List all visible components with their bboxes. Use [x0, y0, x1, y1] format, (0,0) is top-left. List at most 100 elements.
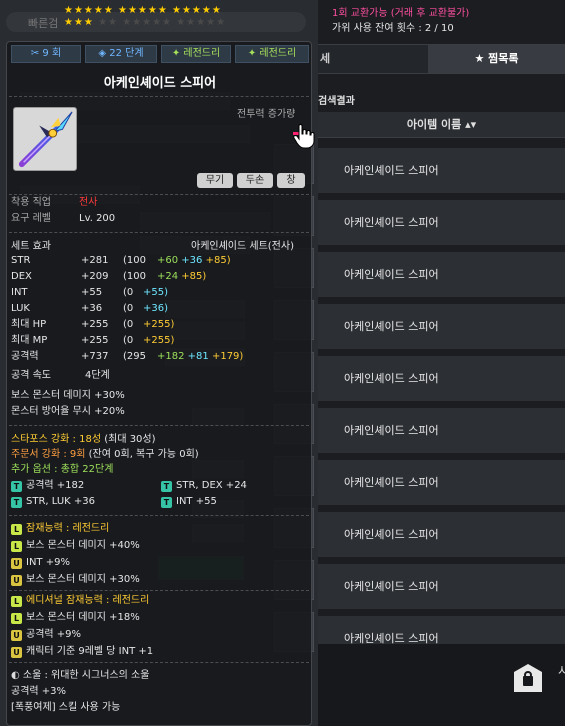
list-item[interactable]: 아케인셰이드 스피어: [318, 408, 565, 454]
divider: [9, 662, 309, 663]
job-label: 착용 직업: [11, 197, 51, 208]
scissors-count: 9 회: [42, 48, 62, 59]
bottom-label: 시: [558, 664, 565, 678]
add-option-1: T 공격력 +182: [11, 479, 84, 492]
stat-breakdown: +60 +36 +85): [157, 254, 231, 267]
list-item-name: 아케인셰이드 스피어: [344, 528, 439, 541]
legendary-icon: L: [11, 541, 22, 552]
divider: [9, 590, 309, 591]
soul-effect: 공격력 +3%: [11, 686, 67, 697]
stat-total: +281: [81, 255, 109, 266]
scissors-badge: ✂ 9 회: [11, 45, 81, 63]
stat-name: LUK: [11, 303, 30, 314]
stat-enhance: +36): [143, 303, 169, 314]
stat-total: +209: [81, 271, 109, 282]
hand-type-tag: 두손: [237, 173, 273, 188]
add-option-text: 공격력 +182: [26, 480, 85, 491]
stat-total: +36: [81, 303, 103, 314]
list-item[interactable]: 아케인셰이드 스피어: [318, 564, 565, 610]
divider: [9, 425, 309, 426]
cube-icon: ✦: [171, 48, 184, 59]
storage-box-icon[interactable]: [508, 658, 548, 698]
scroll-detail: (잔여 0회, 복구 가능 0회): [88, 449, 199, 460]
list-item[interactable]: 아케인셰이드 스피어: [318, 200, 565, 246]
soul-label: 소울 : 위대한 시그너스의 소울: [22, 670, 150, 681]
list-item-name: 아케인셰이드 스피어: [344, 216, 439, 229]
unique-icon: U: [11, 647, 22, 658]
potential-grade: 레전드리: [183, 48, 221, 59]
additional-text: 보스 몬스터 데미지 +18%: [26, 612, 140, 623]
stat-base: (0: [123, 335, 134, 346]
additional-text: 공격력 +9%: [26, 629, 82, 640]
starforce-label: 스타포스 강화 : 18성: [11, 434, 102, 445]
grade-badge: ◈ 22 단계: [85, 45, 157, 63]
list-item[interactable]: 아케인셰이드 스피어: [318, 356, 565, 402]
item-tooltip: ✂ 9 회 ◈ 22 단계 ✦ 레전드리 ✦ 레전드리 아케인셰이드 스피어 전…: [6, 41, 312, 726]
stat-name: INT: [11, 287, 28, 298]
cube-icon: ✦: [247, 48, 260, 59]
starforce-max: (최대 30성): [104, 434, 156, 445]
list-item[interactable]: 아케인셰이드 스피어: [318, 460, 565, 506]
stat-star: +85): [181, 271, 207, 282]
stat-enhance: +55): [143, 287, 169, 298]
job-value: 전사: [79, 197, 98, 208]
list-item-name: 아케인셰이드 스피어: [344, 372, 439, 385]
stars-row-2: ★★★ ★★ ★★★★★ ★★★★★: [64, 17, 226, 29]
power-change-label: 전투력 증가량: [237, 109, 296, 120]
divider: [9, 232, 309, 233]
stat-flame: +24: [157, 271, 179, 282]
potion-icon: ◈: [98, 48, 110, 59]
legendary-icon: L: [11, 596, 22, 607]
stat-name: 최대 MP: [11, 335, 48, 346]
potential-line: U INT +9%: [11, 556, 70, 569]
list-item[interactable]: 아케인셰이드 스피어: [318, 512, 565, 558]
set-label: 세트 효과: [11, 241, 51, 252]
add-option-text: STR, DEX +24: [176, 480, 247, 491]
level-label: 요구 레벨: [11, 213, 51, 224]
list-item[interactable]: 아케인셰이드 스피어: [318, 148, 565, 194]
badge-bar: ✂ 9 회 ◈ 22 단계 ✦ 레전드리 ✦ 레전드리: [11, 45, 309, 63]
stat-breakdown: +182 +81 +179): [157, 350, 243, 363]
potential-label: 잠재능력 : 레전드리: [26, 523, 110, 534]
stat-star: +179): [211, 351, 244, 362]
unique-icon: U: [11, 575, 22, 586]
additional-header: L 에디셔널 잠재능력 : 레전드리: [11, 594, 149, 607]
list-item[interactable]: 아케인셰이드 스피어: [318, 304, 565, 350]
list-item-name: 아케인셰이드 스피어: [344, 424, 439, 437]
additional-grade: 레전드리: [259, 48, 297, 59]
speed-row: 공격 속도 4단계: [11, 369, 110, 382]
additional-badge: ✦ 레전드리: [235, 45, 309, 63]
stat-base: (100: [123, 271, 146, 282]
stat-star: +255): [143, 319, 175, 330]
additional-line: L 보스 몬스터 데미지 +18%: [11, 611, 140, 624]
tab-favorites[interactable]: ★ 찜목록: [428, 45, 565, 73]
soul-icon: ◐: [11, 670, 23, 681]
list-item[interactable]: 아케인셰이드 스피어: [318, 252, 565, 298]
potential-line: U 보스 몬스터 데미지 +30%: [11, 573, 140, 586]
stat-breakdown: +255): [143, 318, 174, 331]
scroll-label: 주문서 강화 : 9회: [11, 449, 86, 460]
list-item-name: 아케인셰이드 스피어: [344, 164, 439, 177]
stat-breakdown: +36): [143, 302, 168, 315]
stat-enhance: +81: [187, 351, 209, 362]
bottom-bar: 시: [318, 644, 565, 726]
column-header-item-name[interactable]: 아이템 이름 ▴▾: [318, 112, 565, 138]
stat-enhance: +36: [181, 255, 203, 266]
stat-name: STR: [11, 255, 31, 266]
stat-base: (0: [123, 287, 134, 298]
stat-total: +55: [81, 287, 103, 298]
scissors-icon: ✂: [30, 48, 43, 59]
stat-breakdown: +255): [143, 334, 174, 347]
potential-badge: ✦ 레전드리: [161, 45, 231, 63]
stat-breakdown: +55): [143, 286, 168, 299]
stat-flame: +182: [157, 351, 185, 362]
stars-dim: ★★ ★★★★★ ★★★★★: [98, 17, 227, 28]
stat-breakdown: +24 +85): [157, 270, 206, 283]
hand-cursor-icon: [293, 124, 315, 149]
list-item-name: 아케인셰이드 스피어: [344, 320, 439, 333]
item-title: 아케인셰이드 스피어: [103, 76, 217, 91]
ignore-defense: 몬스터 방어율 무시 +20%: [11, 406, 125, 417]
potential-header: L 잠재능력 : 레전드리: [11, 522, 109, 535]
tab-search[interactable]: 세: [318, 45, 428, 73]
soul-skill: [폭풍여제] 스킬 사용 가능: [11, 702, 121, 713]
